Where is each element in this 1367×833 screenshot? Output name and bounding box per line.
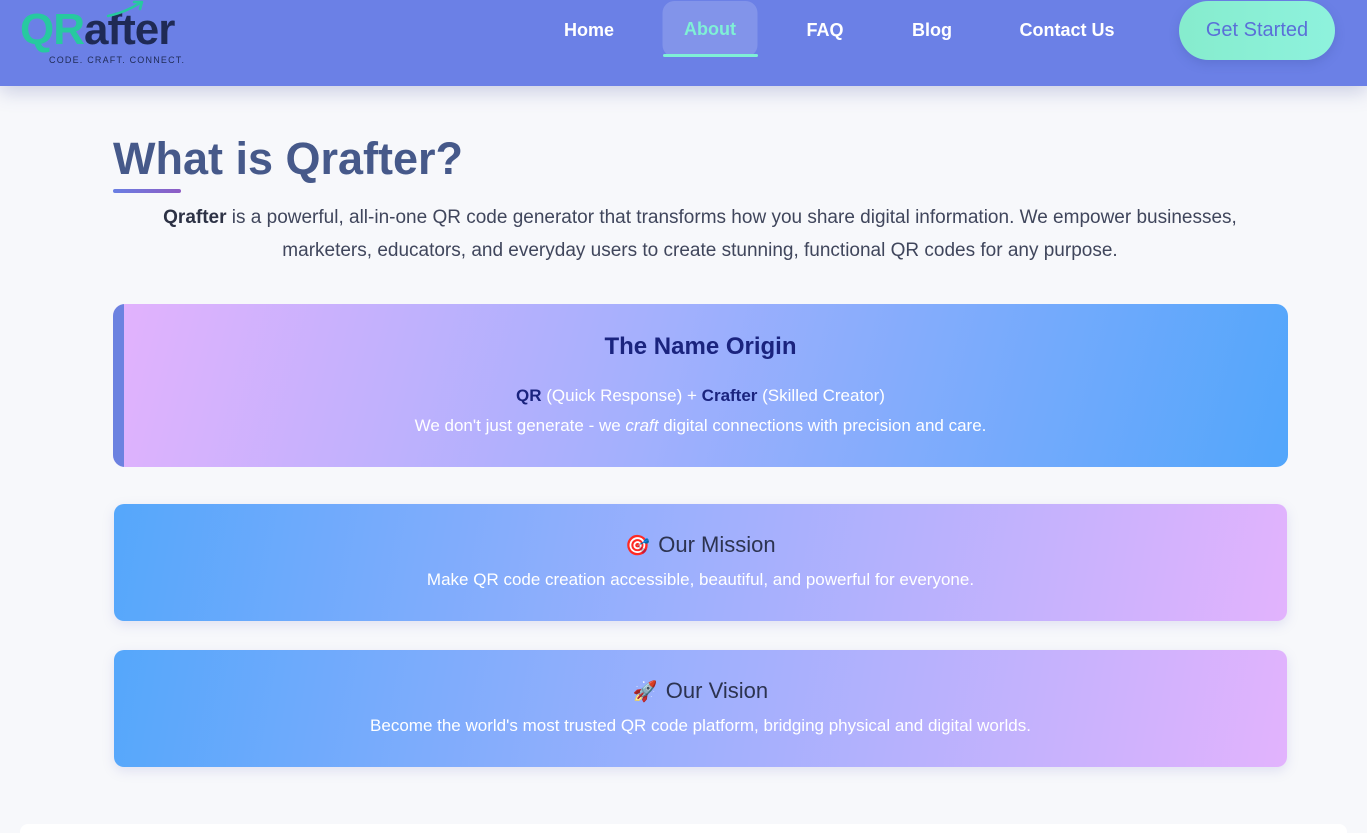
logo-wordmark: QRafter bbox=[20, 2, 175, 58]
vision-title: Our Vision bbox=[665, 678, 769, 703]
name-origin-card: The Name Origin QR (Quick Response) + Cr… bbox=[113, 304, 1288, 467]
logo-qr-text: QR bbox=[20, 5, 85, 54]
origin-title: The Name Origin bbox=[604, 333, 797, 360]
rocket-icon: 🚀 bbox=[632, 681, 658, 703]
nav-faq[interactable]: FAQ bbox=[806, 18, 843, 42]
target-icon: 🎯 bbox=[625, 535, 651, 557]
mission-title: Our Mission bbox=[658, 532, 776, 557]
intro-paragraph: Qrafter is a powerful, all-in-one QR cod… bbox=[120, 201, 1280, 267]
page-title: What is Qrafter? bbox=[113, 133, 464, 184]
intro-brand: Qrafter bbox=[163, 207, 227, 228]
nav-home[interactable]: Home bbox=[564, 18, 614, 42]
nav-contact-us[interactable]: Contact Us bbox=[1019, 18, 1114, 42]
mission-card: 🎯 Our Mission Make QR code creation acces… bbox=[114, 504, 1287, 621]
intro-text: is a powerful, all-in-one QR code genera… bbox=[226, 207, 1237, 261]
origin-term-crafter-desc: (Skilled Creator) bbox=[757, 386, 885, 405]
mission-text: Make QR code creation accessible, beauti… bbox=[426, 570, 975, 589]
next-section-edge bbox=[20, 824, 1347, 833]
origin-term-qr-desc: (Quick Response) + bbox=[541, 386, 702, 405]
title-underline bbox=[113, 189, 181, 193]
vision-text: Become the world's most trusted QR code … bbox=[370, 716, 1031, 735]
vision-title-row: 🚀 Our Vision bbox=[114, 676, 1287, 707]
nav-active-underline bbox=[663, 54, 758, 57]
origin-definition: QR (Quick Response) + Crafter (Skilled C… bbox=[113, 384, 1288, 408]
nav-blog[interactable]: Blog bbox=[912, 18, 952, 42]
vision-card: 🚀 Our Vision Become the world's most trus… bbox=[114, 650, 1287, 767]
origin-statement-emphasis: craft bbox=[625, 416, 659, 435]
nav-about[interactable]: About bbox=[662, 1, 758, 57]
origin-term-crafter: Crafter bbox=[701, 386, 758, 405]
origin-statement-start: We don't just generate - we bbox=[414, 416, 626, 435]
get-started-button[interactable]: Get Started bbox=[1179, 1, 1335, 60]
origin-statement-end: digital connections with precision and c… bbox=[658, 416, 987, 435]
logo-tagline: CODE. CRAFT. CONNECT. bbox=[49, 55, 186, 65]
mission-title-row: 🎯 Our Mission bbox=[114, 530, 1287, 561]
site-header: QRafter CODE. CRAFT. CONNECT. Home About… bbox=[0, 0, 1367, 86]
qrafter-logo[interactable]: QRafter CODE. CRAFT. CONNECT. bbox=[20, 0, 210, 68]
origin-statement: We don't just generate - we craft digita… bbox=[113, 414, 1288, 438]
origin-term-qr: QR bbox=[516, 386, 542, 405]
logo-arrow-icon bbox=[106, 0, 144, 18]
